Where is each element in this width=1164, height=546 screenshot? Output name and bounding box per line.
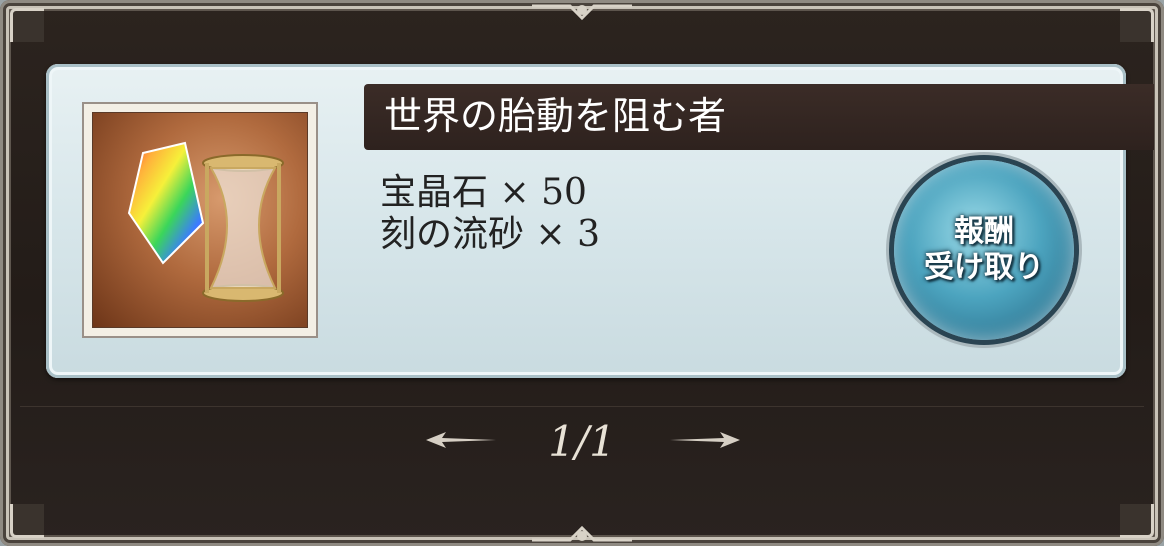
- frame-corner: [1120, 504, 1154, 538]
- pager: 1/1: [0, 412, 1164, 472]
- divider: [20, 406, 1144, 407]
- mission-title: 世界の胎動を阻む者: [384, 94, 727, 138]
- crystal-and-hourglass-icon: [92, 112, 308, 328]
- reward-item: 刻の流砂 × 3: [380, 214, 600, 256]
- claim-button-label-line2: 受け取り: [924, 250, 1044, 285]
- reward-list: 宝晶石 × 50 刻の流砂 × 3: [380, 172, 600, 256]
- frame-corner: [1120, 8, 1154, 42]
- arrow-right-icon[interactable]: [668, 426, 742, 454]
- reward-item: 宝晶石 × 50: [380, 172, 600, 214]
- reward-quantity: × 3: [535, 214, 600, 255]
- frame-ornament-icon: [532, 525, 632, 542]
- arrow-left-icon[interactable]: [424, 426, 498, 454]
- mission-reward-card: 世界の胎動を阻む者 宝晶石 × 50 刻の流砂 × 3 報酬 受け取り: [46, 64, 1154, 378]
- claim-reward-button[interactable]: 報酬 受け取り: [894, 160, 1074, 340]
- page-indicator: 1/1: [548, 417, 616, 466]
- reward-quantity: × 50: [499, 172, 587, 213]
- reward-name: 宝晶石: [380, 172, 489, 213]
- reward-name: 刻の流砂: [380, 214, 525, 255]
- reward-item-icon-frame: [82, 102, 318, 338]
- frame-corner: [10, 504, 44, 538]
- reward-dialog-frame: 世界の胎動を阻む者 宝晶石 × 50 刻の流砂 × 3 報酬 受け取り 1/1: [0, 0, 1164, 546]
- frame-corner: [10, 8, 44, 42]
- mission-title-bar: 世界の胎動を阻む者: [364, 84, 1154, 150]
- frame-ornament-icon: [532, 4, 632, 21]
- claim-button-label-line1: 報酬: [954, 214, 1014, 249]
